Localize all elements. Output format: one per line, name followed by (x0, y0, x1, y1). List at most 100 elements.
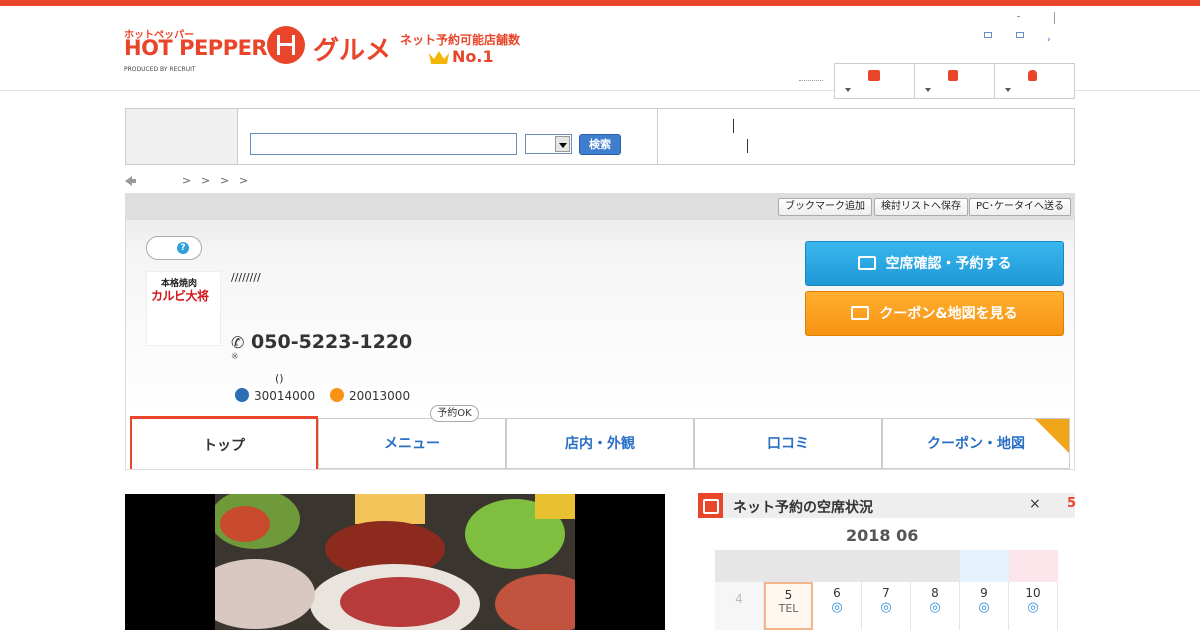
shop-logo-line2: カルビ大将 (151, 289, 209, 303)
reserve-label: 空席確認・予約する (885, 256, 1012, 272)
tab-coupon-map-label: クーポン・地図 (927, 436, 1025, 452)
calendar-day-header (715, 550, 764, 582)
dinner-budget: 30014000 (235, 388, 315, 403)
tab-top[interactable]: トップ (130, 416, 318, 469)
dinner-budget-value: 30014000 (254, 389, 316, 403)
shop-photo[interactable] (125, 494, 665, 630)
logo-produced-by: PRODUCED BY RECRUIT (124, 66, 196, 73)
header-dash (1017, 16, 1020, 17)
breadcrumb-separator: > (239, 174, 249, 187)
calendar-day-header (813, 550, 862, 582)
search-input[interactable] (250, 133, 517, 155)
availability-calendar: 4 5 TEL 6 ◎ 7 ◎ 8 ◎ 9 ◎ 10 ◎ (715, 550, 1058, 630)
tab-reviews[interactable]: 口コミ (694, 418, 882, 469)
available-mark: ◎ (929, 600, 941, 615)
header-menu (834, 63, 1075, 99)
search-divider (657, 109, 658, 164)
day-number: 4 (735, 592, 743, 606)
available-mark: ◎ (880, 600, 892, 615)
calendar-day[interactable]: 10 ◎ (1009, 582, 1058, 630)
coupon-icon (851, 306, 870, 320)
budget-note: () (275, 372, 284, 385)
available-mark: ◎ (978, 600, 990, 615)
moon-icon (235, 388, 249, 402)
coupon-map-label: クーポン&地図を見る (879, 306, 1018, 322)
reserve-button[interactable]: 空席確認・予約する (805, 241, 1064, 286)
available-mark: ◎ (831, 600, 843, 615)
calendar-day[interactable]: 7 ◎ (862, 582, 911, 630)
availability-panel: ネット予約の空席状況 × 5 2018 06 4 5 TEL 6 ◎ 7 ◎ 8… (698, 493, 1077, 630)
calendar-day-header (862, 550, 911, 582)
area-select[interactable] (525, 134, 572, 154)
user-icon (1028, 70, 1037, 81)
calendar-day-today[interactable]: 5 TEL (764, 582, 813, 630)
search-button[interactable]: 検索 (579, 134, 621, 155)
phone-number[interactable]: ✆ 050-5223-1220 (231, 331, 412, 353)
calendar-month: 2018 06 (846, 526, 919, 545)
search-panel: 検索 (125, 108, 1075, 165)
sun-icon (330, 388, 344, 402)
shop-tabs: トップ メニュー 店内・外観 口コミ クーポン・地図 CHECK 予約OK (130, 405, 1070, 470)
available-mark: ◎ (1027, 600, 1039, 615)
menu-user-button[interactable] (995, 64, 1074, 98)
breadcrumb-separator: > (182, 174, 192, 187)
caret-down-icon (1005, 88, 1011, 92)
calendar-day-header-sat (960, 550, 1009, 582)
day-number: 9 (980, 586, 988, 600)
save-to-list-button[interactable]: 検討リストへ保存 (874, 198, 968, 216)
day-number: 8 (931, 586, 939, 600)
calendar-day[interactable]: 9 ◎ (960, 582, 1009, 630)
link-icon[interactable] (1016, 32, 1024, 38)
coupon-map-button[interactable]: クーポン&地図を見る (805, 291, 1064, 336)
availability-number: 5 (1067, 496, 1077, 511)
back-arrow-stem (131, 179, 136, 183)
caret-down-icon (845, 88, 851, 92)
calendar-day-header-sun (1009, 550, 1058, 582)
lunch-budget: 20013000 (330, 388, 410, 403)
calendar-icon (698, 493, 723, 518)
calendar-day[interactable]: 8 ◎ (911, 582, 960, 630)
calendar-day[interactable]: 6 ◎ (813, 582, 862, 630)
breadcrumb-separator: > (220, 174, 230, 187)
dotted-separator (799, 80, 823, 81)
reservation-ok-badge: 予約OK (430, 405, 479, 422)
site-header: ホットペッパー HOT PEPPER PRODUCED BY RECRUIT グ… (0, 6, 1200, 99)
badge-rank: No.1 (452, 47, 494, 66)
send-to-phone-button[interactable]: PC･ケータイへ送る (969, 198, 1072, 216)
help-icon[interactable]: ? (177, 242, 189, 254)
text-cursor (747, 139, 748, 153)
text-cursor (733, 119, 734, 133)
genre-pill[interactable]: ? (146, 236, 202, 260)
chevron-right-icon[interactable]: › (1047, 35, 1051, 45)
tab-coupon-map[interactable]: クーポン・地図 CHECK (882, 418, 1070, 469)
crown-icon (429, 51, 449, 64)
header-divider (1054, 12, 1055, 24)
day-number: 5 (784, 588, 793, 602)
calendar-day: 4 (715, 582, 764, 630)
badge-text: ネット予約可能店舗数 (400, 33, 521, 47)
food-image (215, 494, 575, 630)
tab-menu[interactable]: メニュー (318, 418, 506, 469)
day-number: 10 (1025, 586, 1041, 600)
logo-wordmark: HOT PEPPER (124, 36, 268, 60)
availability-title: ネット予約の空席状況 (733, 500, 873, 516)
shop-name: //////// (231, 271, 261, 284)
calendar-day-header (911, 550, 960, 582)
tab-interior[interactable]: 店内・外観 (506, 418, 694, 469)
shop-logo: 本格焼肉 カルビ大将 (146, 271, 221, 346)
hotpepper-logo[interactable]: ホットペッパー HOT PEPPER PRODUCED BY RECRUIT グ… (124, 26, 524, 81)
breadcrumb: > > > > (125, 174, 425, 188)
shop-icon (868, 70, 880, 81)
breadcrumb-separator: > (201, 174, 211, 187)
bookmark-button[interactable]: ブックマーク追加 (778, 198, 872, 216)
close-icon[interactable]: × (1029, 496, 1041, 512)
menu-coupon-button[interactable] (915, 64, 995, 98)
logo-gourmet: グルメ (313, 36, 392, 66)
availability-header: ネット予約の空席状況 × 5 (698, 493, 1077, 518)
caret-down-icon (925, 88, 931, 92)
link-icon[interactable] (984, 32, 992, 38)
dropdown-arrow-icon (555, 136, 570, 152)
search-label-area (126, 109, 238, 164)
menu-shop-button[interactable] (835, 64, 915, 98)
phone-icon: ✆ (231, 333, 245, 352)
